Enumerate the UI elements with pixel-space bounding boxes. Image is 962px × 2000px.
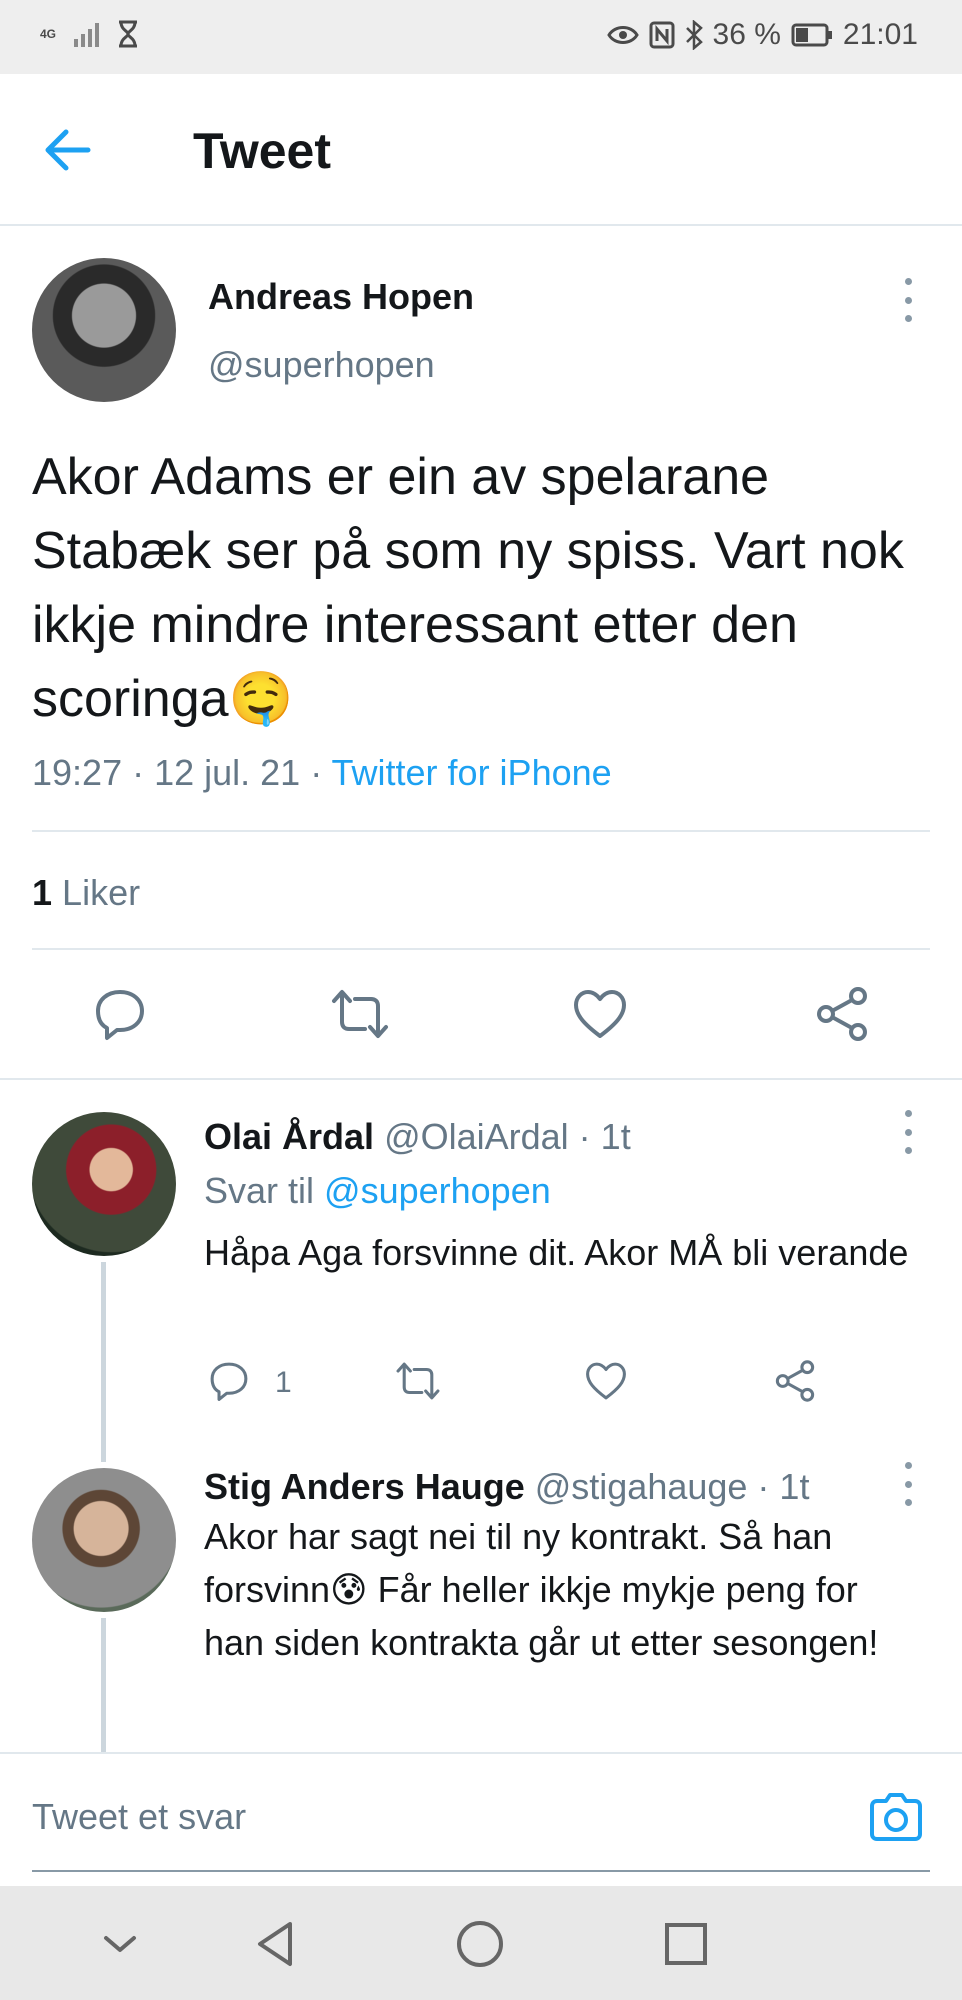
author-name[interactable]: Andreas Hopen	[208, 276, 474, 318]
share-button[interactable]	[772, 1358, 818, 1404]
retweet-button[interactable]	[395, 1358, 441, 1404]
likes-count: 1	[32, 872, 53, 913]
status-bar: 4G 36 % 21:01	[0, 0, 962, 74]
divider	[32, 830, 930, 832]
system-nav-bar	[0, 1886, 962, 2000]
thread-line	[101, 1618, 106, 1752]
camera-button[interactable]	[868, 1792, 924, 1842]
eye-icon	[606, 26, 639, 44]
more-options-icon[interactable]	[898, 1110, 918, 1154]
reply-avatar[interactable]	[32, 1468, 176, 1612]
divider	[0, 1752, 962, 1754]
reply-avatar[interactable]	[32, 1112, 176, 1256]
back-button[interactable]	[40, 122, 110, 178]
reply-author-name[interactable]: Olai Årdal	[204, 1116, 374, 1157]
collapse-nav-button[interactable]	[94, 1918, 146, 1970]
reply-input[interactable]	[32, 1796, 832, 1838]
tweet-source-link[interactable]: Twitter for iPhone	[332, 752, 612, 793]
tweet-text: Akor Adams er ein av spelarane Stabæk se…	[32, 448, 904, 728]
nfc-icon	[649, 21, 675, 49]
reply-to-label: Svar til	[204, 1170, 325, 1211]
reply-author-handle[interactable]: @OlaiArdal · 1t	[384, 1116, 631, 1157]
author-avatar[interactable]	[32, 258, 176, 402]
more-options-icon[interactable]	[898, 278, 918, 322]
reply-author-name[interactable]: Stig Anders Hauge	[204, 1466, 525, 1507]
battery-percentage: 36 %	[712, 18, 781, 51]
like-button[interactable]	[583, 1358, 629, 1404]
hourglass-icon	[119, 20, 138, 48]
divider	[0, 1078, 962, 1080]
system-home-button[interactable]	[454, 1918, 506, 1970]
reply-count: 1	[275, 1366, 292, 1399]
share-icon	[817, 987, 867, 1041]
input-underline	[32, 1870, 930, 1872]
like-icon	[586, 1362, 626, 1400]
top-app-bar: Tweet	[0, 74, 962, 226]
retweet-button[interactable]	[330, 984, 390, 1044]
reply-header: Stig Anders Hauge @stigahauge · 1t	[204, 1466, 809, 1508]
signal-icon	[74, 21, 100, 47]
system-recents-button[interactable]	[660, 1918, 712, 1970]
reply-to-mention[interactable]: @superhopen	[324, 1170, 551, 1211]
home-circle-icon	[457, 1921, 503, 1967]
reply-text: Akor har sagt nei til ny kontrakt. Så ha…	[204, 1516, 879, 1663]
reply-author-handle[interactable]: @stigahauge · 1t	[535, 1466, 810, 1507]
network-type: 4G	[40, 27, 57, 41]
retweet-icon	[396, 1362, 440, 1400]
reply-icon	[96, 990, 144, 1040]
back-triangle-icon	[258, 1922, 292, 1966]
divider	[32, 948, 930, 950]
chevron-down-icon	[104, 1936, 136, 1952]
tweet-meta: 19:27 · 12 jul. 21 · Twitter for iPhone	[32, 752, 612, 794]
author-handle[interactable]: @superhopen	[208, 344, 435, 386]
bluetooth-icon	[685, 20, 703, 50]
more-options-icon[interactable]	[898, 1462, 918, 1506]
like-button[interactable]	[570, 984, 630, 1044]
retweet-icon	[332, 990, 388, 1038]
reply-icon	[210, 1362, 248, 1401]
reply-to-line: Svar til @superhopen	[204, 1170, 551, 1212]
camera-icon	[870, 1793, 922, 1841]
share-icon	[775, 1360, 815, 1402]
arrow-left-icon	[45, 129, 91, 171]
thread-line	[101, 1262, 106, 1462]
recents-square-icon	[665, 1923, 707, 1965]
likes-summary[interactable]: 1 Liker	[32, 872, 140, 914]
reply-header: Olai Årdal @OlaiArdal · 1t	[204, 1116, 631, 1158]
page-title: Tweet	[193, 123, 331, 179]
like-icon	[574, 990, 626, 1038]
likes-label: Liker	[62, 872, 141, 913]
share-button[interactable]	[812, 984, 872, 1044]
battery-icon	[791, 23, 832, 47]
tweet-timestamp: 19:27 · 12 jul. 21 ·	[32, 752, 332, 793]
reply-button[interactable]	[206, 1358, 252, 1404]
clock: 21:01	[842, 18, 918, 51]
reply-text: Håpa Aga forsvinne dit. Akor MÅ bli vera…	[204, 1232, 909, 1273]
reply-button[interactable]	[90, 984, 150, 1044]
system-back-button[interactable]	[250, 1918, 302, 1970]
